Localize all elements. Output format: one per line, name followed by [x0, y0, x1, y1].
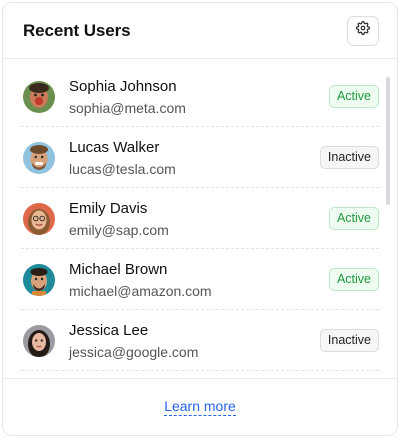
user-email: jessica@google.com	[69, 343, 199, 360]
user-name: Jessica Lee	[69, 321, 149, 339]
user-email: lucas@tesla.com	[69, 160, 176, 177]
list-item[interactable]: Jessica Lee jessica@google.com Inactive	[21, 311, 379, 371]
avatar	[23, 324, 55, 357]
user-list[interactable]: Sophia Johnson sophia@meta.com Active Lu…	[3, 59, 397, 375]
status-badge: Inactive	[319, 146, 379, 169]
user-info: Michael Brown michael@amazon.com	[69, 260, 329, 300]
status-badge: Active	[328, 207, 379, 230]
user-info: Sophia Johnson sophia@meta.com	[69, 77, 329, 117]
avatar	[23, 263, 55, 296]
user-email: michael@amazon.com	[69, 282, 212, 299]
list-item[interactable]: Emily Davis emily@sap.com Active	[21, 189, 379, 249]
card-footer: Learn more	[3, 378, 397, 435]
user-name: Michael Brown	[69, 260, 168, 278]
card-title: Recent Users	[23, 20, 131, 40]
user-name: Emily Davis	[69, 199, 148, 217]
gear-icon	[356, 21, 370, 40]
user-info: Lucas Walker lucas@tesla.com	[69, 138, 320, 178]
recent-users-card: Recent Users Sophia Johnson sophia@meta.…	[2, 2, 398, 436]
user-email: sophia@meta.com	[69, 99, 186, 116]
avatar	[23, 80, 55, 113]
user-info: Emily Davis emily@sap.com	[69, 199, 329, 239]
status-badge: Active	[328, 268, 379, 291]
list-item[interactable]: Michael Brown michael@amazon.com Active	[21, 250, 379, 310]
user-name: Sophia Johnson	[69, 77, 177, 95]
avatar	[23, 141, 55, 174]
settings-button[interactable]	[347, 15, 379, 46]
user-email: emily@sap.com	[69, 221, 169, 238]
status-badge: Active	[328, 85, 379, 108]
learn-more-link[interactable]: Learn more	[164, 398, 236, 416]
avatar	[23, 202, 55, 235]
scrollbar[interactable]	[386, 77, 390, 205]
status-badge: Inactive	[319, 329, 379, 352]
user-info: Jessica Lee jessica@google.com	[69, 321, 320, 361]
list-item[interactable]: Sophia Johnson sophia@meta.com Active	[21, 67, 379, 127]
card-header: Recent Users	[3, 3, 397, 59]
list-item[interactable]: Lucas Walker lucas@tesla.com Inactive	[21, 128, 379, 188]
user-name: Lucas Walker	[69, 138, 160, 156]
